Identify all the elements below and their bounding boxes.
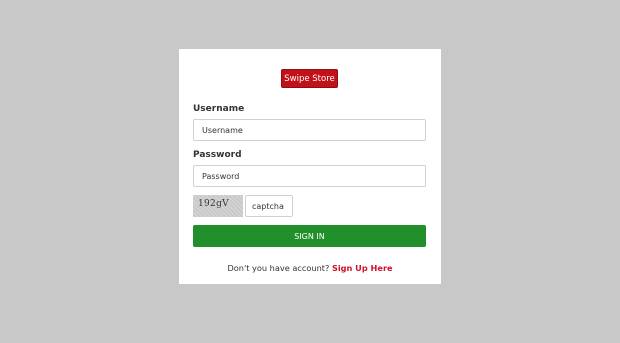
sign-in-button[interactable]: SIGN IN [193,225,426,247]
login-card: Swipe Store Username Password 192gV SIGN… [179,49,441,284]
captcha-input[interactable] [245,195,293,217]
signup-prompt-text: Don't you have account? [227,263,330,273]
signup-prompt: Don't you have account? Sign Up Here [179,263,441,273]
captcha-image: 192gV [193,195,243,217]
username-input[interactable] [193,119,426,141]
sign-up-link[interactable]: Sign Up Here [332,263,393,273]
password-label: Password [193,150,242,160]
password-input[interactable] [193,165,426,187]
brand-button[interactable]: Swipe Store [281,69,338,88]
captcha-text: 192gV [198,199,229,209]
username-label: Username [193,104,245,114]
